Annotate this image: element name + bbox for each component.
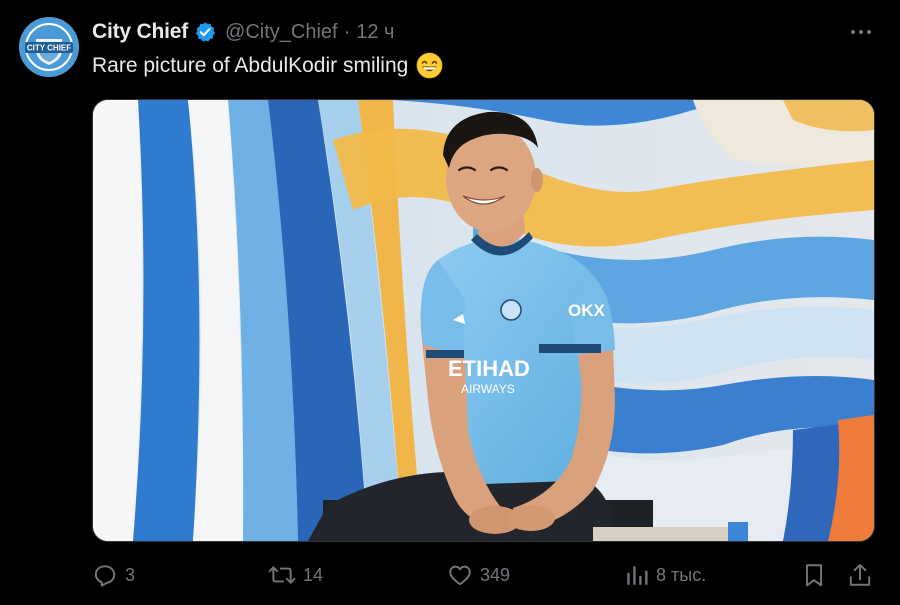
grinning-face-emoji-icon	[416, 52, 443, 79]
retweet-count: 14	[303, 564, 324, 585]
reply-icon	[92, 562, 118, 588]
action-bar: 3 14 349 8 тыс.	[92, 558, 882, 592]
shirt-sponsor: ETIHAD	[448, 356, 530, 381]
views-count: 8 тыс.	[656, 564, 707, 585]
city-chief-logo: CITY CHIEF	[19, 17, 79, 77]
like-count: 349	[480, 564, 511, 585]
retweet-icon	[268, 562, 296, 588]
reply-button[interactable]: 3	[92, 558, 135, 592]
heart-icon	[447, 562, 473, 588]
share-icon	[848, 562, 872, 588]
shirt-sponsor-line2: AIRWAYS	[461, 382, 515, 396]
tweet-text-content: Rare picture of AbdulKodir smiling	[92, 53, 409, 77]
author-name[interactable]: City Chief	[92, 20, 188, 44]
bookmark-icon	[802, 562, 826, 588]
reply-count: 3	[125, 564, 136, 585]
shirt-sleeve-sponsor: OKX	[568, 301, 606, 320]
timestamp[interactable]: 12 ч	[356, 21, 394, 44]
views-icon	[625, 562, 649, 588]
tweet-photo[interactable]: OKX ETIHAD AIRWAYS	[92, 99, 875, 542]
views-button[interactable]: 8 тыс.	[625, 558, 706, 592]
retweet-button[interactable]: 14	[268, 558, 323, 592]
author-handle[interactable]: @City_Chief	[225, 21, 338, 44]
separator-dot: ·	[343, 20, 351, 43]
like-button[interactable]: 349	[447, 558, 510, 592]
avatar-text: CITY CHIEF	[27, 44, 71, 53]
avatar[interactable]: CITY CHIEF	[19, 17, 79, 77]
tweet-text: Rare picture of AbdulKodir smiling	[92, 52, 443, 79]
share-button[interactable]	[848, 558, 872, 592]
tweet-header: City Chief @City_Chief · 12 ч	[92, 18, 394, 46]
more-icon[interactable]	[845, 18, 877, 46]
verified-badge-icon[interactable]	[194, 21, 216, 43]
bookmark-button[interactable]	[802, 558, 826, 592]
